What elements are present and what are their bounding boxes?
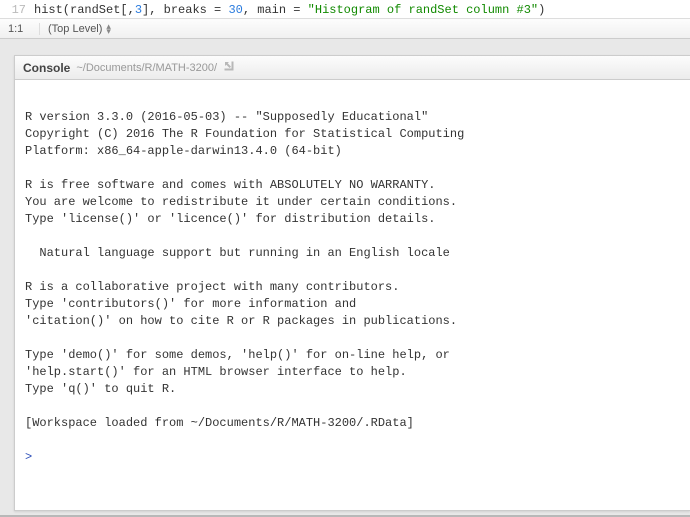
scope-selector[interactable]: (Top Level) ▴▾ (40, 23, 119, 35)
editor-statusbar: 1:1 (Top Level) ▴▾ (0, 18, 690, 38)
scope-label: (Top Level) (48, 23, 102, 35)
cursor-position: 1:1 (0, 23, 40, 35)
updown-icon: ▴▾ (106, 24, 111, 34)
console-tab-bar: Console ~/Documents/R/MATH-3200/ (15, 56, 690, 80)
console-prompt: > (25, 450, 32, 464)
console-title: Console (23, 61, 70, 75)
pane-gap (0, 39, 690, 55)
editor-pane: 17 hist(randSet[,3], breaks = 30, main =… (0, 0, 690, 39)
console-pane: Console ~/Documents/R/MATH-3200/ R versi… (14, 55, 690, 511)
popout-icon[interactable] (223, 60, 235, 75)
console-output[interactable]: R version 3.3.0 (2016-05-03) -- "Suppose… (15, 80, 690, 510)
line-number: 17 (0, 2, 34, 18)
code-text: hist(randSet[,3], breaks = 30, main = "H… (34, 2, 545, 18)
console-path: ~/Documents/R/MATH-3200/ (76, 62, 217, 74)
r-startup-text: R version 3.3.0 (2016-05-03) -- "Suppose… (25, 110, 464, 430)
code-line[interactable]: 17 hist(randSet[,3], breaks = 30, main =… (0, 0, 690, 18)
